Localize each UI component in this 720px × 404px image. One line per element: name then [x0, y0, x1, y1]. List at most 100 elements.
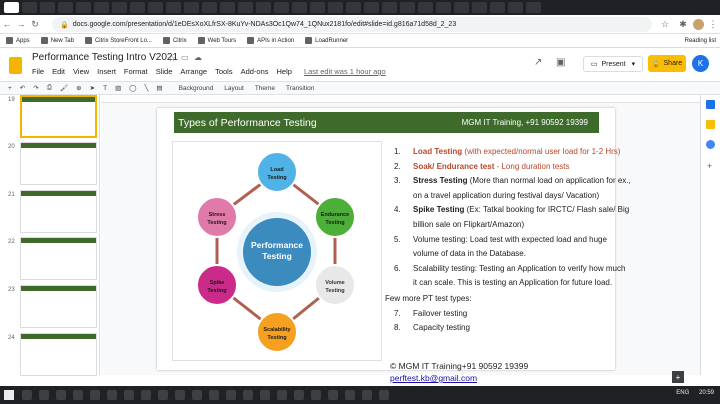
move-folder-icon[interactable]: ▭ — [181, 53, 189, 62]
menu-item[interactable]: Slide — [156, 67, 173, 76]
browser-tab[interactable] — [292, 2, 307, 13]
taskbar-app-icon[interactable] — [90, 390, 100, 400]
last-edit-link[interactable]: Last edit was 1 hour ago — [304, 67, 386, 76]
browser-tab[interactable] — [166, 2, 181, 13]
image-icon[interactable]: ▧ — [115, 84, 121, 92]
menu-item[interactable]: View — [73, 67, 89, 76]
slide-thumbnail[interactable] — [20, 285, 97, 328]
calendar-icon[interactable] — [706, 100, 715, 109]
footer-email-link[interactable]: perftest.kb@gmail.com — [390, 373, 477, 383]
star-document-icon[interactable]: ☆ — [168, 53, 176, 64]
browser-tab[interactable] — [256, 2, 271, 13]
taskbar-app-icon[interactable] — [328, 390, 338, 400]
browser-tab[interactable] — [238, 2, 253, 13]
browser-tab[interactable] — [436, 2, 451, 13]
transition-button[interactable]: Transition — [286, 85, 314, 92]
explore-icon[interactable]: + — [672, 371, 684, 383]
keep-icon[interactable] — [706, 120, 715, 129]
browser-tab[interactable] — [400, 2, 415, 13]
bookmark-item[interactable]: Web Tours — [197, 37, 236, 44]
slide-thumbnail[interactable] — [20, 142, 97, 185]
browser-tab[interactable] — [418, 2, 433, 13]
browser-tab[interactable] — [76, 2, 91, 13]
browser-tab[interactable] — [454, 2, 469, 13]
taskbar-app-icon[interactable] — [158, 390, 168, 400]
theme-button[interactable]: Theme — [255, 85, 275, 92]
filmstrip-item[interactable]: 20 — [5, 142, 97, 186]
taskbar-app-icon[interactable] — [311, 390, 321, 400]
menu-item[interactable]: Edit — [52, 67, 65, 76]
windows-start-icon[interactable] — [4, 390, 14, 400]
address-bar[interactable]: 🔒 docs.google.com/presentation/d/1eDEsXo… — [52, 17, 652, 32]
slides-logo-icon[interactable] — [9, 57, 22, 74]
bookmark-item[interactable]: Citrix — [162, 37, 187, 44]
browser-tab[interactable] — [40, 2, 55, 13]
browser-tab[interactable] — [112, 2, 127, 13]
reading-list[interactable]: Reading list — [685, 38, 716, 44]
menu-item[interactable]: Insert — [97, 67, 116, 76]
browser-tab[interactable] — [508, 2, 523, 13]
taskbar-app-icon[interactable] — [379, 390, 389, 400]
language-indicator[interactable]: ENG — [676, 390, 689, 396]
browser-tab[interactable] — [4, 2, 19, 13]
browser-tab[interactable] — [94, 2, 109, 13]
taskbar-app-icon[interactable] — [209, 390, 219, 400]
filmstrip-item[interactable]: 21 — [5, 190, 97, 234]
browser-tab[interactable] — [202, 2, 217, 13]
performance-testing-diagram[interactable]: Performance Testing Load Testing Endurance Te… — [172, 141, 382, 361]
browser-tab[interactable] — [490, 2, 505, 13]
bookmark-item[interactable]: APIs in Action — [247, 37, 294, 44]
slide-thumbnail[interactable] — [20, 333, 97, 376]
shape-icon[interactable]: ◯ — [129, 84, 136, 92]
taskbar-app-icon[interactable] — [22, 390, 32, 400]
clock[interactable]: 20:59 — [699, 390, 714, 396]
taskbar-app-icon[interactable] — [260, 390, 270, 400]
background-button[interactable]: Background — [179, 85, 214, 92]
bookmark-item[interactable]: Apps — [6, 37, 30, 44]
comment-add-icon[interactable]: ▤ — [156, 84, 162, 92]
zoom-icon[interactable]: ⊕ — [76, 84, 81, 92]
browser-tab[interactable] — [472, 2, 487, 13]
filmstrip-item[interactable]: 24 — [5, 333, 97, 377]
taskbar-app-icon[interactable] — [73, 390, 83, 400]
browser-tab[interactable] — [22, 2, 37, 13]
activity-icon[interactable]: ↗ — [534, 57, 542, 68]
taskbar-app-icon[interactable] — [345, 390, 355, 400]
line-icon[interactable]: ╲ — [145, 84, 149, 92]
document-title[interactable]: Performance Testing Intro V2021 — [32, 52, 178, 63]
menu-item[interactable]: File — [32, 67, 44, 76]
redo-icon[interactable]: ↷ — [33, 84, 38, 92]
chevron-down-icon[interactable]: ▾ — [632, 60, 636, 68]
layout-button[interactable]: Layout — [224, 85, 244, 92]
undo-icon[interactable]: ↶ — [20, 84, 25, 92]
browser-tab[interactable] — [310, 2, 325, 13]
profile-avatar[interactable] — [693, 19, 704, 30]
share-button[interactable]: 🔒 Share — [648, 55, 686, 72]
bookmark-item[interactable]: LoadRunner — [305, 37, 348, 44]
forward-icon[interactable]: → — [14, 19, 28, 29]
print-icon[interactable]: ⎙ — [47, 84, 52, 92]
browser-tab[interactable] — [148, 2, 163, 13]
add-ons-plus-icon[interactable]: + — [707, 161, 712, 171]
browser-tab[interactable] — [220, 2, 235, 13]
taskbar-app-icon[interactable] — [141, 390, 151, 400]
comments-icon[interactable]: ▣ — [556, 57, 565, 68]
add-slide-icon[interactable]: + — [8, 85, 12, 92]
browser-tab[interactable] — [58, 2, 73, 13]
bookmark-item[interactable]: Citrix StoreFront Lo... — [84, 37, 152, 44]
more-menu-icon[interactable]: ⋮ — [706, 19, 720, 30]
account-avatar[interactable]: K — [692, 55, 709, 72]
taskbar-app-icon[interactable] — [107, 390, 117, 400]
select-tool-icon[interactable]: ➤ — [90, 84, 95, 92]
browser-tab[interactable] — [130, 2, 145, 13]
filmstrip-item[interactable]: 23 — [5, 285, 97, 329]
taskbar-app-icon[interactable] — [243, 390, 253, 400]
paint-format-icon[interactable]: 🖌 — [60, 84, 68, 92]
menu-item[interactable]: Tools — [215, 67, 233, 76]
filmstrip-item[interactable]: 19 — [5, 95, 97, 139]
slide-thumbnail[interactable] — [20, 95, 97, 138]
browser-tab[interactable] — [328, 2, 343, 13]
current-slide[interactable]: Types of Performance Testing MGM IT Trai… — [157, 108, 631, 383]
browser-tab[interactable] — [364, 2, 379, 13]
menu-item[interactable]: Add-ons — [241, 67, 269, 76]
